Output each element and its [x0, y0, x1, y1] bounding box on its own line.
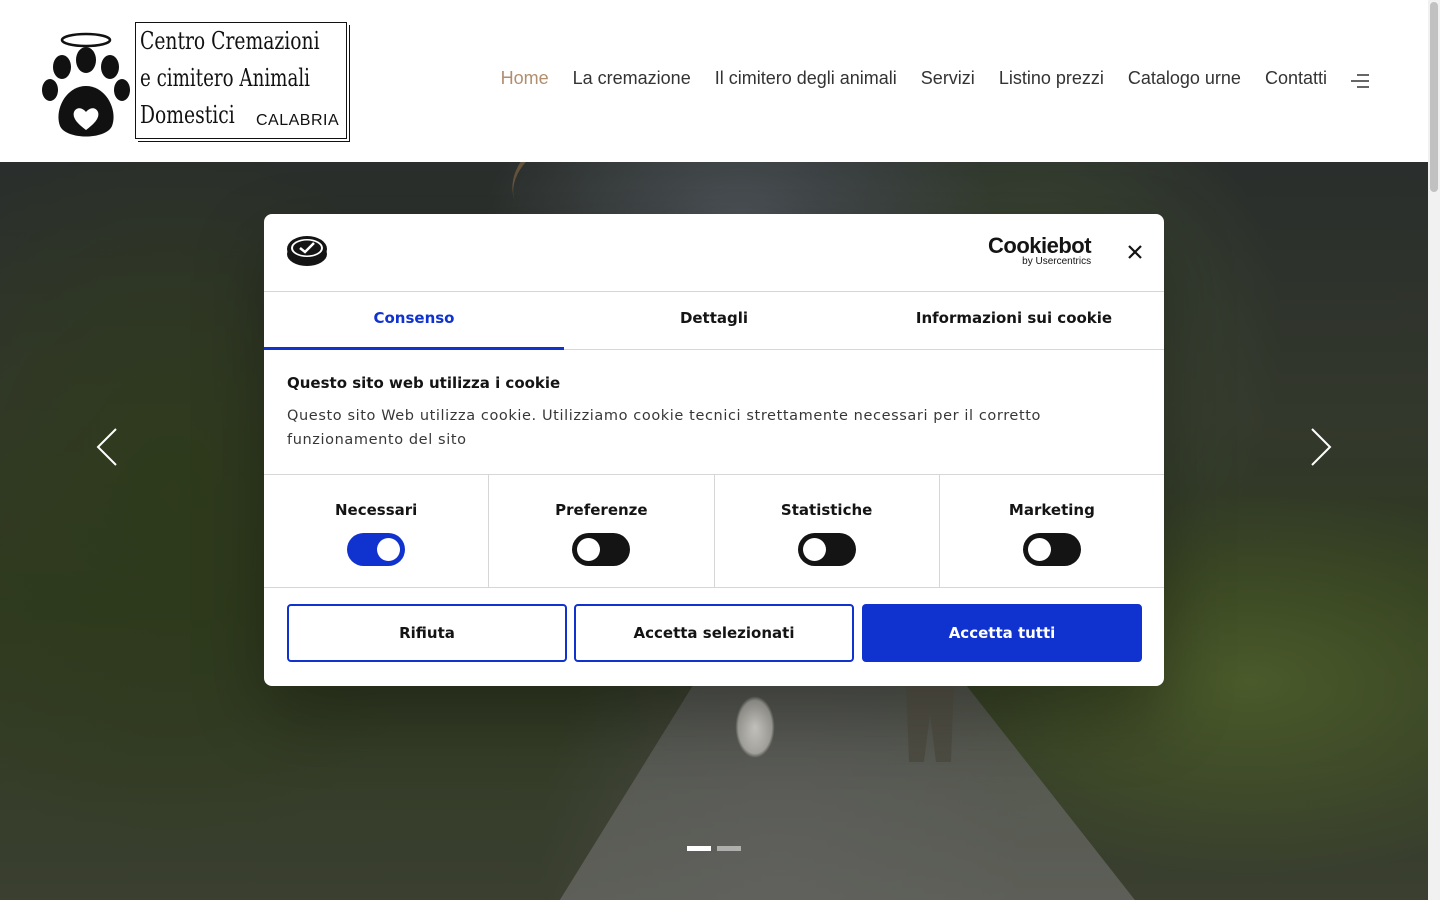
site-logo[interactable]: Centro Cremazioni e cimitero Animali Dom…: [40, 22, 350, 142]
toggle-necessari[interactable]: [347, 533, 406, 566]
nav-contatti[interactable]: Contatti: [1265, 68, 1327, 89]
cookiebot-brand-name: Cookiebot: [988, 233, 1092, 258]
logo-line-3: Domestici: [140, 101, 235, 129]
reject-button[interactable]: Rifiuta: [287, 604, 567, 662]
toggle-statistiche-label: Statistiche: [780, 501, 873, 519]
consent-body: Questo sito web utilizza i cookie Questo…: [287, 374, 1127, 452]
cookie-consent-dialog: Cookiebot by Usercentrics Consenso Detta…: [264, 214, 1164, 686]
main-nav: Home La cremazione Il cimitero degli ani…: [477, 68, 1327, 89]
page-scrollbar[interactable]: [1428, 0, 1440, 900]
consent-title: Questo sito web utilizza i cookie: [287, 374, 561, 392]
logo-region: CALABRIA: [256, 112, 340, 129]
nav-catalogo-urne[interactable]: Catalogo urne: [1128, 68, 1241, 89]
toggle-marketing-cell: Marketing: [940, 475, 1164, 587]
slider-pagination: [687, 846, 741, 851]
toggle-statistiche-cell: Statistiche: [715, 475, 940, 587]
toggle-knob: [577, 538, 601, 561]
logo-text-frame: Centro Cremazioni e cimitero Animali Dom…: [135, 22, 350, 142]
accept-all-button[interactable]: Accetta tutti: [862, 604, 1142, 662]
chevron-right-icon[interactable]: [1310, 427, 1332, 467]
toggle-necessari-cell: Necessari: [264, 475, 490, 587]
tab-consenso[interactable]: Consenso: [264, 292, 564, 350]
toggle-knob: [802, 538, 826, 561]
accept-selected-button[interactable]: Accetta selezionati: [574, 604, 854, 662]
tab-informazioni[interactable]: Informazioni sui cookie: [864, 292, 1164, 349]
logo-line-1: Centro Cremazioni: [140, 27, 320, 55]
scrollbar-thumb[interactable]: [1430, 2, 1438, 192]
nav-servizi[interactable]: Servizi: [921, 68, 975, 89]
close-icon[interactable]: [1126, 243, 1144, 261]
toggle-knob: [1027, 538, 1051, 561]
site-header: Centro Cremazioni e cimitero Animali Dom…: [0, 0, 1428, 162]
paw-angel-icon: [42, 32, 130, 137]
toggle-necessari-label: Necessari: [334, 501, 418, 519]
consent-buttons: Rifiuta Accetta selezionati Accetta tutt…: [287, 604, 1143, 662]
dialog-tabs: Consenso Dettagli Informazioni sui cooki…: [264, 292, 1164, 350]
toggle-marketing-label: Marketing: [1008, 501, 1095, 519]
hero-dog: [725, 682, 785, 772]
slider-dot-1[interactable]: [687, 846, 711, 851]
dialog-header: Cookiebot by Usercentrics: [264, 214, 1164, 292]
cookiebot-brand: Cookiebot by Usercentrics: [988, 233, 1092, 268]
consent-text: Questo sito Web utilizza cookie. Utilizz…: [287, 408, 1041, 448]
cookiebot-logo-icon: [287, 236, 327, 266]
nav-il-cimitero[interactable]: Il cimitero degli animali: [715, 68, 897, 89]
toggle-statistiche[interactable]: [797, 533, 856, 566]
toggle-knob: [377, 538, 401, 561]
logo-line-2: e cimitero Animali: [140, 64, 310, 92]
chevron-left-icon[interactable]: [96, 427, 118, 467]
tab-dettagli[interactable]: Dettagli: [564, 292, 864, 349]
toggle-preferenze-cell: Preferenze: [489, 475, 715, 587]
toggle-marketing[interactable]: [1022, 533, 1081, 566]
nav-la-cremazione[interactable]: La cremazione: [573, 68, 691, 89]
slider-dot-2[interactable]: [717, 846, 741, 851]
nav-home[interactable]: Home: [501, 68, 549, 89]
nav-listino-prezzi[interactable]: Listino prezzi: [999, 68, 1104, 89]
menu-lines-icon[interactable]: [1351, 73, 1369, 89]
toggle-preferenze-label: Preferenze: [555, 501, 648, 519]
toggle-preferenze[interactable]: [572, 533, 631, 566]
consent-toggles: Necessari Preferenze Statistiche Marketi…: [264, 474, 1164, 588]
